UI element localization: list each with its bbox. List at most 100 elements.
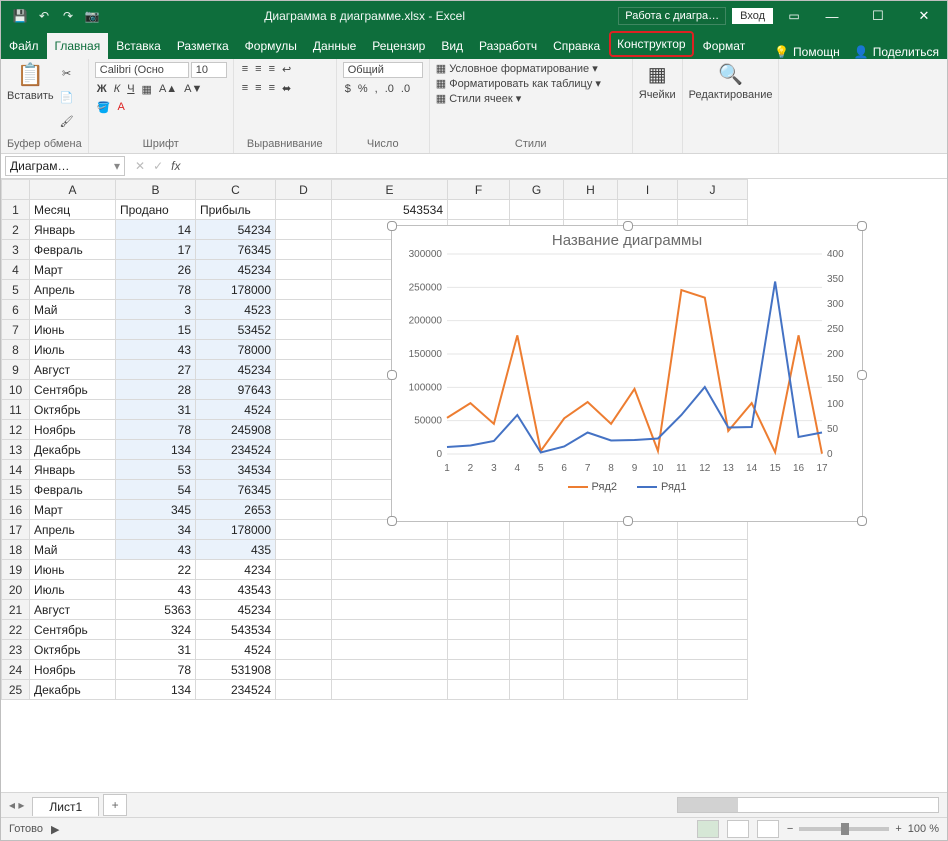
cell[interactable]: Март bbox=[30, 500, 116, 520]
cell[interactable] bbox=[564, 660, 618, 680]
cell[interactable] bbox=[276, 660, 332, 680]
cell[interactable] bbox=[678, 520, 748, 540]
cell[interactable]: 31 bbox=[116, 400, 196, 420]
conditional-format-button[interactable]: ▦ Условное форматирование ▾ bbox=[436, 62, 598, 75]
cell[interactable]: 14 bbox=[116, 220, 196, 240]
cell[interactable]: 78000 bbox=[196, 340, 276, 360]
tell-me-icon[interactable]: 💡 bbox=[774, 45, 789, 59]
cell[interactable]: 45234 bbox=[196, 600, 276, 620]
col-header[interactable]: H bbox=[564, 180, 618, 200]
cell[interactable] bbox=[618, 620, 678, 640]
currency-icon[interactable]: $ bbox=[343, 82, 353, 96]
cell[interactable] bbox=[510, 640, 564, 660]
tab-формулы[interactable]: Формулы bbox=[237, 33, 305, 59]
cell[interactable] bbox=[276, 620, 332, 640]
cell[interactable]: Февраль bbox=[30, 480, 116, 500]
cell[interactable]: 2653 bbox=[196, 500, 276, 520]
row-header[interactable]: 3 bbox=[2, 240, 30, 260]
zoom-out-icon[interactable]: − bbox=[787, 823, 793, 835]
cell[interactable]: Август bbox=[30, 360, 116, 380]
merge-icon[interactable]: ⬌ bbox=[280, 81, 293, 96]
resize-handle[interactable] bbox=[623, 516, 633, 526]
hscrollbar[interactable] bbox=[677, 797, 939, 813]
cell[interactable]: 54234 bbox=[196, 220, 276, 240]
cell[interactable] bbox=[276, 640, 332, 660]
cell[interactable]: 543534 bbox=[332, 200, 448, 220]
cell[interactable]: 345 bbox=[116, 500, 196, 520]
row-header[interactable]: 10 bbox=[2, 380, 30, 400]
cell[interactable]: Апрель bbox=[30, 520, 116, 540]
cell[interactable] bbox=[276, 560, 332, 580]
row-header[interactable]: 7 bbox=[2, 320, 30, 340]
cell[interactable] bbox=[276, 380, 332, 400]
row-header[interactable]: 13 bbox=[2, 440, 30, 460]
cell[interactable]: Сентябрь bbox=[30, 380, 116, 400]
cell[interactable]: 34 bbox=[116, 520, 196, 540]
align-left-icon[interactable]: ≡ bbox=[240, 81, 250, 96]
cell[interactable] bbox=[448, 600, 510, 620]
cell[interactable]: 45234 bbox=[196, 260, 276, 280]
align-center-icon[interactable]: ≡ bbox=[253, 81, 263, 96]
cell[interactable] bbox=[564, 680, 618, 700]
row-header[interactable]: 2 bbox=[2, 220, 30, 240]
col-header[interactable]: G bbox=[510, 180, 564, 200]
cell[interactable]: 78 bbox=[116, 660, 196, 680]
cell[interactable]: 76345 bbox=[196, 240, 276, 260]
cell[interactable] bbox=[332, 560, 448, 580]
cell[interactable]: 26 bbox=[116, 260, 196, 280]
bold-button[interactable]: Ж bbox=[95, 82, 109, 97]
cell[interactable]: 4524 bbox=[196, 400, 276, 420]
cell[interactable] bbox=[276, 240, 332, 260]
cell-styles-button[interactable]: ▦ Стили ячеек ▾ bbox=[436, 92, 522, 105]
cell[interactable] bbox=[678, 660, 748, 680]
tab-вставка[interactable]: Вставка bbox=[108, 33, 169, 59]
cell[interactable] bbox=[276, 220, 332, 240]
comma-icon[interactable]: , bbox=[373, 82, 380, 96]
cell[interactable] bbox=[448, 660, 510, 680]
cell[interactable] bbox=[276, 200, 332, 220]
view-layout-button[interactable] bbox=[727, 820, 749, 838]
tab-вид[interactable]: Вид bbox=[433, 33, 471, 59]
cell[interactable]: 245908 bbox=[196, 420, 276, 440]
number-format-select[interactable]: Общий bbox=[343, 62, 423, 78]
inc-decimal-icon[interactable]: .0 bbox=[383, 82, 396, 96]
col-header[interactable]: I bbox=[618, 180, 678, 200]
sheet-tab[interactable]: Лист1 bbox=[32, 797, 99, 816]
cell[interactable] bbox=[618, 580, 678, 600]
name-box[interactable]: Диаграм…▾ bbox=[5, 156, 125, 176]
row-header[interactable]: 22 bbox=[2, 620, 30, 640]
row-header[interactable]: 8 bbox=[2, 340, 30, 360]
cell[interactable]: Октябрь bbox=[30, 400, 116, 420]
cell[interactable]: 234524 bbox=[196, 680, 276, 700]
cell[interactable]: Ноябрь bbox=[30, 660, 116, 680]
font-color-icon[interactable]: A bbox=[115, 100, 126, 115]
cell[interactable] bbox=[276, 260, 332, 280]
cell[interactable]: 76345 bbox=[196, 480, 276, 500]
tab-главная[interactable]: Главная bbox=[47, 33, 109, 59]
cell[interactable] bbox=[510, 620, 564, 640]
row-header[interactable]: 17 bbox=[2, 520, 30, 540]
align-bot-icon[interactable]: ≡ bbox=[267, 62, 277, 77]
tab-файл[interactable]: Файл bbox=[1, 33, 47, 59]
font-size-select[interactable]: 10 bbox=[191, 62, 227, 78]
cell[interactable] bbox=[276, 360, 332, 380]
row-header[interactable]: 21 bbox=[2, 600, 30, 620]
row-header[interactable]: 5 bbox=[2, 280, 30, 300]
row-header[interactable]: 19 bbox=[2, 560, 30, 580]
cell[interactable]: 435 bbox=[196, 540, 276, 560]
help-label[interactable]: Помощн bbox=[793, 45, 840, 59]
row-header[interactable]: 1 bbox=[2, 200, 30, 220]
resize-handle[interactable] bbox=[623, 221, 633, 231]
cell[interactable]: 78 bbox=[116, 280, 196, 300]
cell[interactable]: Январь bbox=[30, 460, 116, 480]
cell[interactable]: 45234 bbox=[196, 360, 276, 380]
cell[interactable] bbox=[276, 400, 332, 420]
tab-конструктор[interactable]: Конструктор bbox=[609, 31, 693, 57]
cell[interactable]: 22 bbox=[116, 560, 196, 580]
ribbon-display-icon[interactable]: ▭ bbox=[785, 7, 803, 25]
cell[interactable] bbox=[510, 660, 564, 680]
cell[interactable]: 5363 bbox=[116, 600, 196, 620]
cell[interactable] bbox=[564, 540, 618, 560]
cell[interactable]: 43 bbox=[116, 540, 196, 560]
cell[interactable] bbox=[276, 680, 332, 700]
